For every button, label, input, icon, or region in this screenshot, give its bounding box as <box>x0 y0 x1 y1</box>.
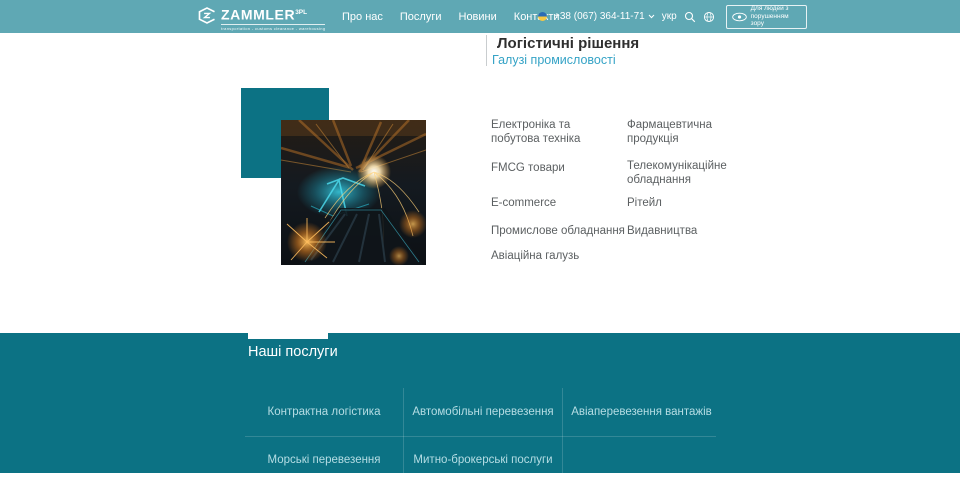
industry-link-publishing[interactable]: Видавництва <box>627 225 697 239</box>
services-footer-section: Наші послуги Контрактна логістика Автомо… <box>0 333 960 473</box>
breadcrumb-industries-link[interactable]: Галузі промисловості <box>492 53 616 67</box>
logo-text: ZAMMLER3PL transportation - customs clea… <box>221 5 325 31</box>
logo[interactable]: ZAMMLER3PL transportation - customs clea… <box>197 5 325 31</box>
service-link-road-transport[interactable]: Автомобільні перевезення <box>404 388 562 436</box>
search-icon[interactable] <box>684 11 696 23</box>
industry-link-pharma[interactable]: Фармацевтична продукція <box>627 119 727 146</box>
ukraine-flag-icon <box>538 12 547 21</box>
nav-item-services[interactable]: Послуги <box>400 11 442 23</box>
service-link-sea-transport[interactable]: Морські перевезення <box>245 436 403 484</box>
industry-link-aviation[interactable]: Авіаційна галузь <box>491 250 579 264</box>
title-left-divider <box>486 35 487 66</box>
industry-link-electronics[interactable]: Електроніка та побутова техніка <box>491 119 621 146</box>
nav-item-news[interactable]: Новини <box>459 11 497 23</box>
eye-icon <box>732 12 747 22</box>
top-header-bar: ZAMMLER3PL transportation - customs clea… <box>0 0 960 33</box>
service-link-contract-logistics[interactable]: Контрактна логістика <box>245 388 403 436</box>
industry-link-retail[interactable]: Рітейл <box>627 197 662 211</box>
nav-item-about[interactable]: Про нас <box>342 11 383 23</box>
language-selector[interactable]: укр <box>662 11 677 22</box>
page-title: Логістичні рішення <box>497 35 639 52</box>
phone-number: +38 (067) 364-11-71 <box>554 11 645 22</box>
industry-link-industrial[interactable]: Промислове обладнання <box>491 225 625 239</box>
phone-link[interactable]: +38 (067) 364-11-71 <box>554 11 655 22</box>
accessibility-button-label: Для людей з порушенням зору <box>751 5 801 28</box>
chevron-down-icon <box>648 14 655 19</box>
logo-tagline: transportation - customs clearance - war… <box>221 24 325 31</box>
footer-notch-decoration <box>248 333 328 339</box>
accessibility-mode-button[interactable]: Для людей з порушенням зору <box>726 5 807 29</box>
service-link-air-freight[interactable]: Авіаперевезення вантажів <box>563 388 720 436</box>
industry-link-telecom[interactable]: Телекомунікаційне обладнання <box>627 160 732 187</box>
logo-wordmark: ZAMMLER <box>221 7 295 23</box>
industry-link-fmcg[interactable]: FMCG товари <box>491 162 565 176</box>
industry-link-ecommerce[interactable]: E-commerce <box>491 197 556 211</box>
zammler-logo-icon <box>197 5 217 26</box>
header-right-group: +38 (067) 364-11-71 укр Для люде <box>538 0 807 33</box>
globe-icon[interactable] <box>703 11 715 23</box>
warehouse-photo <box>281 120 426 265</box>
footer-title: Наші послуги <box>248 344 338 360</box>
service-link-customs-broker[interactable]: Митно-брокерські послуги <box>404 436 562 484</box>
logo-3pl-superscript: 3PL <box>295 9 307 16</box>
main-nav: Про нас Послуги Новини Контакти <box>342 0 560 33</box>
